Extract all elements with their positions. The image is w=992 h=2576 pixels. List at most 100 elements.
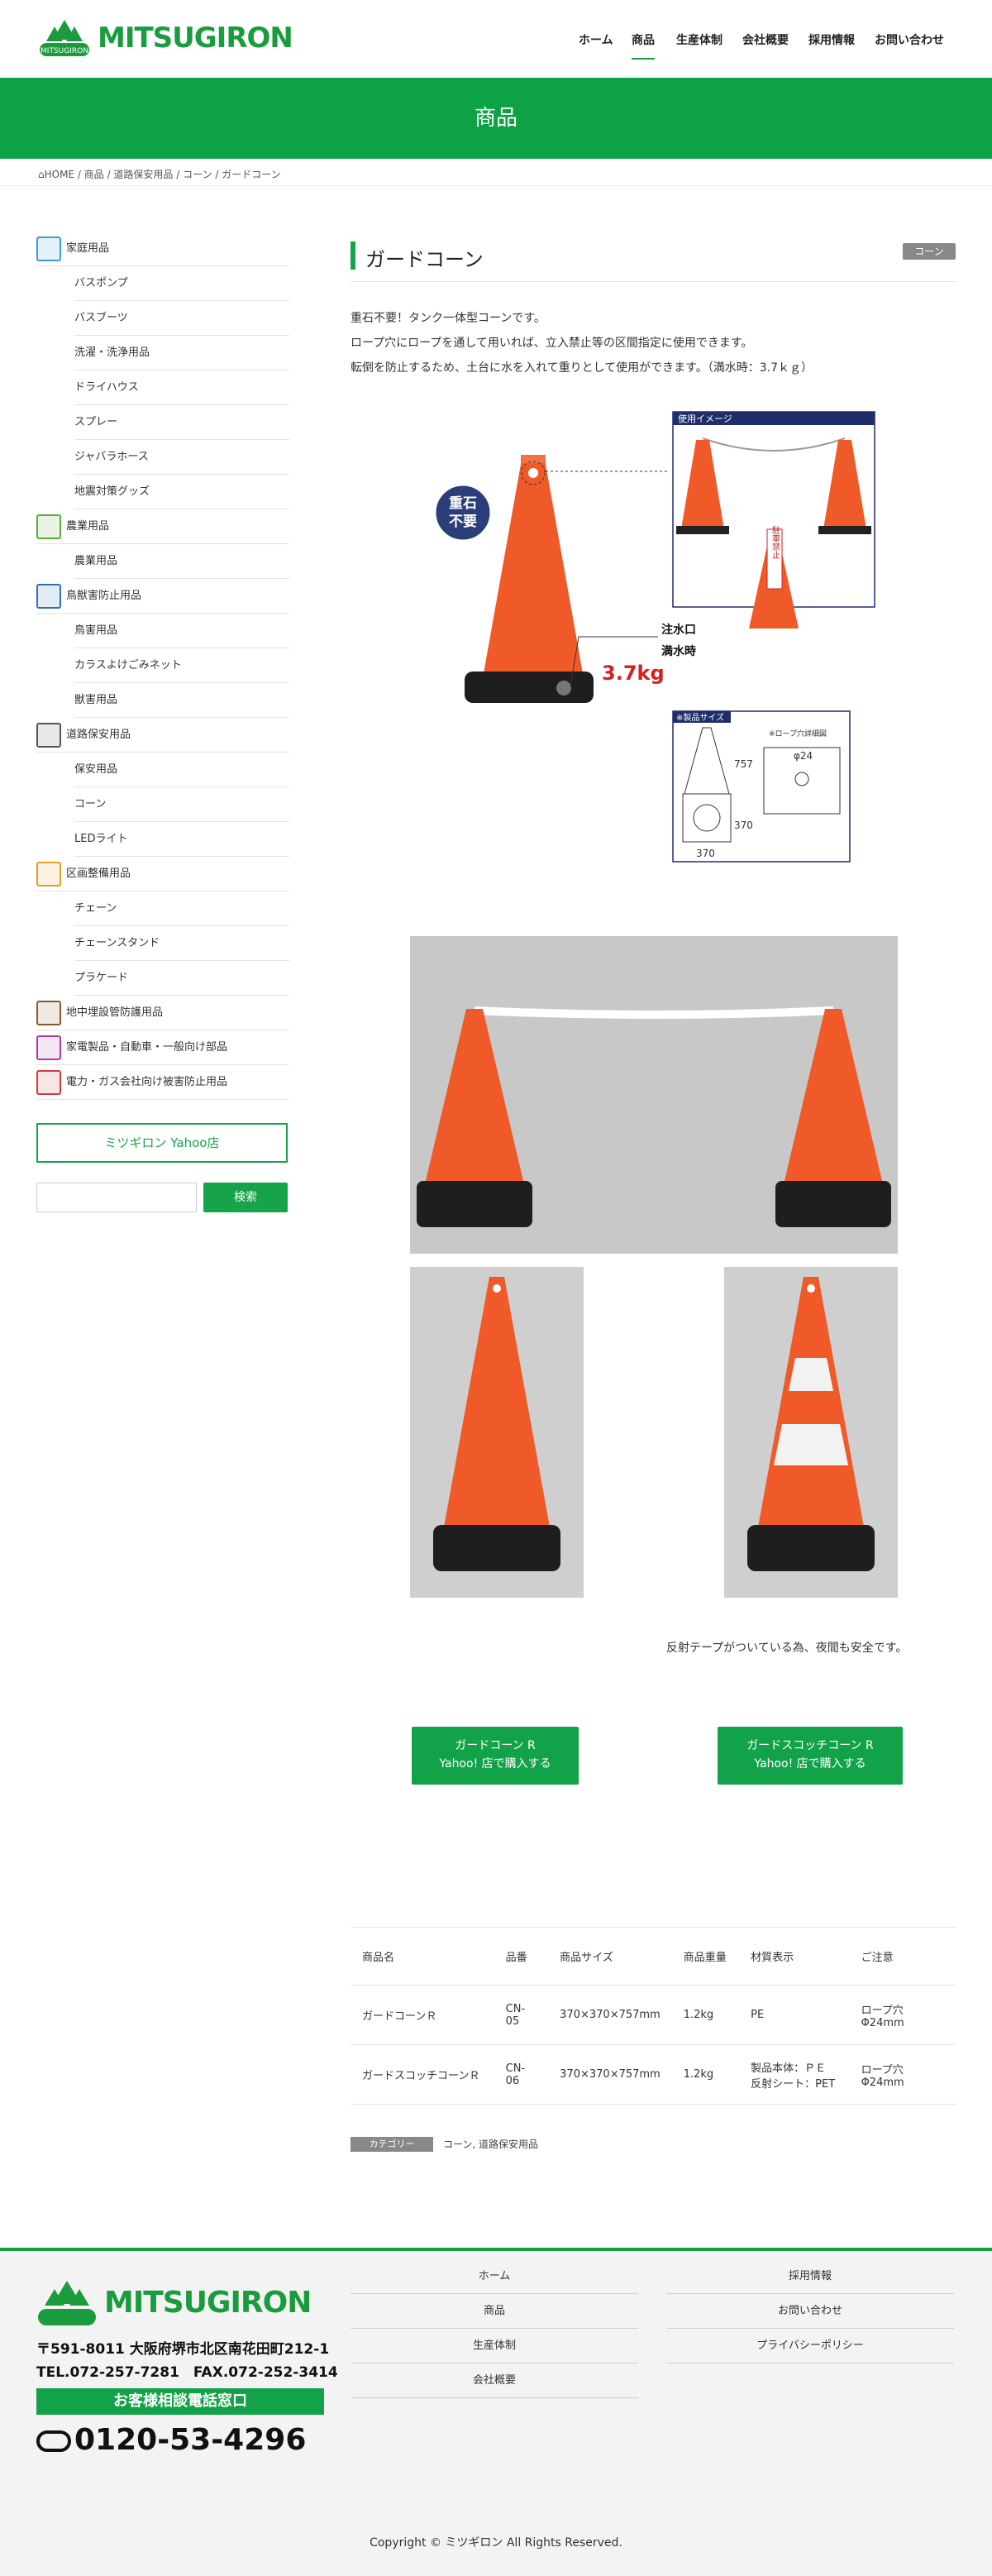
- table-row: ガードコーンＲ CN-05 370×370×757mm 1.2kg PE ロープ穴Φ24m…: [351, 1985, 956, 2045]
- breadcrumb-cone[interactable]: コーン: [183, 169, 212, 180]
- page-banner: 商品: [0, 78, 992, 159]
- category-badge[interactable]: コーン: [903, 243, 956, 260]
- category-icon: [36, 237, 61, 261]
- search-button[interactable]: 検索: [203, 1183, 288, 1212]
- footer-nav-link[interactable]: 採用情報: [666, 2259, 954, 2294]
- table-header-cell: 商品名: [362, 1952, 395, 1964]
- sidebar-category[interactable]: 家庭用品: [36, 232, 289, 266]
- footer-logo-wordmark[interactable]: MITSUGIRON: [104, 2286, 312, 2320]
- sidebar-subitem[interactable]: 鳥害用品: [74, 614, 289, 648]
- site-footer: MITSUGIRON 〒591-8011 大阪府堺市北区南花田町212-1 TE…: [0, 2248, 992, 2576]
- category-icon: [36, 862, 61, 887]
- search-input[interactable]: [36, 1183, 197, 1212]
- sidebar-category[interactable]: 電力・ガス会社向け被害防止用品: [36, 1065, 289, 1100]
- sidebar-item-label: 地中埋設管防護用品: [66, 1006, 164, 1019]
- sidebar-subitem[interactable]: バスポンプ: [74, 266, 289, 301]
- sidebar-subitem[interactable]: プラケード: [74, 961, 289, 996]
- sidebar-category[interactable]: 鳥獣害防止用品: [36, 579, 289, 614]
- nav-production[interactable]: 生産体制: [676, 31, 723, 48]
- breadcrumb-home[interactable]: HOME: [45, 169, 74, 180]
- sidebar-item-label: 道路保安用品: [66, 729, 131, 741]
- footer-nav-link[interactable]: 生産体制: [351, 2329, 638, 2363]
- buy-guard-cone-button[interactable]: ガードコーン R Yahoo! 店で購入する: [412, 1727, 579, 1785]
- nav-contact[interactable]: お問い合わせ: [875, 31, 944, 48]
- sidebar-item-label: スプレー: [74, 416, 118, 428]
- category-links[interactable]: コーン, 道路保安用品: [443, 2137, 538, 2152]
- nav-home[interactable]: ホーム: [579, 31, 613, 48]
- sidebar-category[interactable]: 家電製品・自動車・一般向け部品: [36, 1030, 289, 1065]
- sidebar-item-label: バスブーツ: [74, 312, 128, 324]
- sidebar-subitem[interactable]: 獣害用品: [74, 683, 289, 718]
- sidebar-subitem[interactable]: カラスよけごみネット: [74, 648, 289, 683]
- title-accent-bar: [351, 241, 355, 270]
- sidebar-subitem[interactable]: LEDライト: [74, 822, 289, 857]
- sidebar-subitem[interactable]: 地震対策グッズ: [74, 475, 289, 509]
- nav-company[interactable]: 会社概要: [742, 31, 789, 48]
- description-line: ロープ穴にロープを通して用いれば、立入禁止等の区間指定に使用できます。: [351, 337, 753, 350]
- sidebar-item-label: 洗濯・洗浄用品: [74, 346, 150, 359]
- breadcrumb-current: ガードコーン: [222, 169, 281, 180]
- home-icon[interactable]: ⌂: [38, 169, 45, 180]
- page-title: ガードコーン: [365, 248, 484, 271]
- breadcrumb-products[interactable]: 商品: [84, 169, 104, 180]
- yahoo-store-button[interactable]: ミツギロン Yahoo店: [36, 1123, 288, 1163]
- category-label: カテゴリー: [351, 2137, 433, 2152]
- buy-guard-scotch-cone-button[interactable]: ガードスコッチコーン R Yahoo! 店で購入する: [718, 1727, 903, 1785]
- product-photo-orange[interactable]: [410, 1267, 584, 1598]
- footer-nav-link[interactable]: ホーム: [351, 2259, 638, 2294]
- footer-nav-link[interactable]: プライバシーポリシー: [666, 2329, 954, 2363]
- sidebar-subitem[interactable]: スプレー: [74, 405, 289, 440]
- description-line: 重石不要！タンク一体型コーンです。: [351, 312, 546, 325]
- sidebar-item-label: コーン: [74, 798, 107, 810]
- table-cell: 製品本体：ＰＥ 反射シート：PET: [751, 2062, 836, 2091]
- product-diagram: 重石 不要 注水口 満水時 3.7kg 使用イメージ 駐車禁止 ※製品サイズ ※…: [433, 411, 875, 863]
- logo-icon[interactable]: MITSUGIRON: [38, 18, 91, 60]
- table-header-cell: 商品重量: [683, 1952, 727, 1964]
- footer-nav-link[interactable]: お問い合わせ: [666, 2294, 954, 2329]
- sidebar-item-label: チェーンスタンド: [74, 937, 160, 949]
- sidebar-item-label: 鳥獣害防止用品: [66, 590, 142, 602]
- nav-products[interactable]: 商品: [632, 31, 655, 60]
- sidebar-subitem[interactable]: チェーン: [74, 891, 289, 926]
- sidebar-category[interactable]: 農業用品: [36, 509, 289, 544]
- product-photo-pair[interactable]: [410, 936, 898, 1254]
- sidebar-item-label: ジャバラホース: [74, 451, 149, 463]
- footer-nav-link[interactable]: 会社概要: [351, 2363, 638, 2398]
- sidebar-item-label: 電力・ガス会社向け被害防止用品: [66, 1076, 228, 1088]
- sidebar-item-label: プラケード: [74, 972, 129, 984]
- dimension-370-width: 370: [696, 848, 715, 859]
- sidebar-category[interactable]: 道路保安用品: [36, 718, 289, 753]
- sidebar-category[interactable]: 地中埋設管防護用品: [36, 996, 289, 1030]
- table-header-row: 商品名 品番 商品サイズ 商品重量 材質表示 ご注意: [351, 1927, 956, 1986]
- sidebar-subitem[interactable]: コーン: [74, 787, 289, 822]
- sidebar-subitem[interactable]: 保安用品: [74, 753, 289, 787]
- sidebar-subitem[interactable]: ジャバラホース: [74, 440, 289, 475]
- breadcrumb-road-safety[interactable]: 道路保安用品: [113, 169, 173, 180]
- sidebar-subitem[interactable]: ドライハウス: [74, 370, 289, 405]
- sidebar-category[interactable]: 区画整備用品: [36, 857, 289, 891]
- footer-tel-fax: TEL.072-257-7281 FAX.072-252-3414: [36, 2364, 338, 2381]
- breadcrumb-divider: [0, 185, 992, 186]
- sidebar-subitem[interactable]: バスブーツ: [74, 301, 289, 336]
- footer-address: 〒591-8011 大阪府堺市北区南花田町212-1: [36, 2341, 330, 2358]
- weight-label: 3.7kg: [602, 662, 665, 685]
- table-header-cell: 材質表示: [751, 1952, 794, 1964]
- category-icon: [36, 1035, 61, 1060]
- no-weight-label-1: 重石: [449, 495, 477, 512]
- full-water-label: 満水時: [661, 644, 696, 658]
- table-cell: 1.2kg: [683, 2068, 714, 2081]
- footer-nav-link[interactable]: 商品: [351, 2294, 638, 2329]
- product-photo-reflective[interactable]: [724, 1267, 898, 1598]
- nav-recruit[interactable]: 採用情報: [808, 31, 855, 48]
- sidebar-subitem[interactable]: チェーンスタンド: [74, 926, 289, 961]
- logo-wordmark[interactable]: MITSUGIRON: [98, 22, 293, 55]
- sidebar-item-label: バスポンプ: [74, 277, 128, 289]
- buy-button-line: Yahoo! 店で購入する: [439, 1757, 551, 1771]
- footer-logo-icon[interactable]: [36, 2279, 98, 2329]
- sidebar-item-label: ドライハウス: [74, 381, 139, 394]
- sidebar-subitem[interactable]: 洗濯・洗浄用品: [74, 336, 289, 370]
- freedial-number[interactable]: 0120-53-4296: [36, 2423, 306, 2457]
- usage-image-label: 使用イメージ: [678, 413, 732, 424]
- table-cell: PE: [751, 2009, 765, 2021]
- sidebar-subitem[interactable]: 農業用品: [74, 544, 289, 579]
